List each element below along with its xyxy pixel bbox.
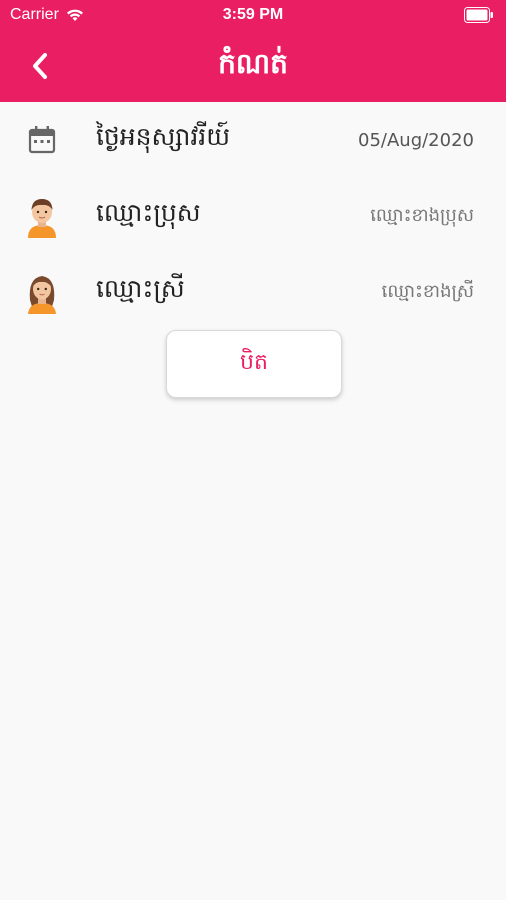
nav-bar: កំណត់	[0, 36, 506, 96]
close-button-label: បិត	[240, 350, 268, 375]
app-header: Carrier 3:59 PM កំណត់	[0, 0, 506, 102]
status-time: 3:59 PM	[222, 6, 284, 23]
anniversary-row[interactable]: ថ្ងៃអនុស្សាវរីយ៍ 05/Aug/2020	[0, 102, 506, 178]
female-name-value: ឈ្មោះខាងស្រី	[381, 280, 474, 302]
battery-icon	[464, 7, 493, 23]
female-avatar-icon	[22, 270, 62, 314]
male-name-row[interactable]: ឈ្មោះប្រុស ឈ្មោះខាងប្រុស	[0, 178, 506, 254]
anniversary-date-value: 05/Aug/2020	[358, 129, 474, 151]
settings-list: ថ្ងៃអនុស្សាវរីយ៍ 05/Aug/2020 ឈ្មោះប្រុស …	[0, 102, 506, 330]
female-name-row[interactable]: ឈ្មោះស្រី ឈ្មោះខាងស្រី	[0, 254, 506, 330]
male-name-label: ឈ្មោះប្រុស	[96, 198, 201, 227]
status-bar: Carrier 3:59 PM	[0, 0, 506, 30]
male-avatar-icon	[22, 194, 62, 238]
anniversary-label: ថ្ងៃអនុស្សាវរីយ៍	[96, 122, 231, 151]
page-title: កំណត់	[218, 47, 288, 80]
male-name-value: ឈ្មោះខាងប្រុស	[370, 204, 474, 226]
female-name-label: ឈ្មោះស្រី	[96, 274, 185, 303]
close-button[interactable]: បិត	[166, 330, 342, 398]
calendar-icon	[22, 118, 62, 162]
